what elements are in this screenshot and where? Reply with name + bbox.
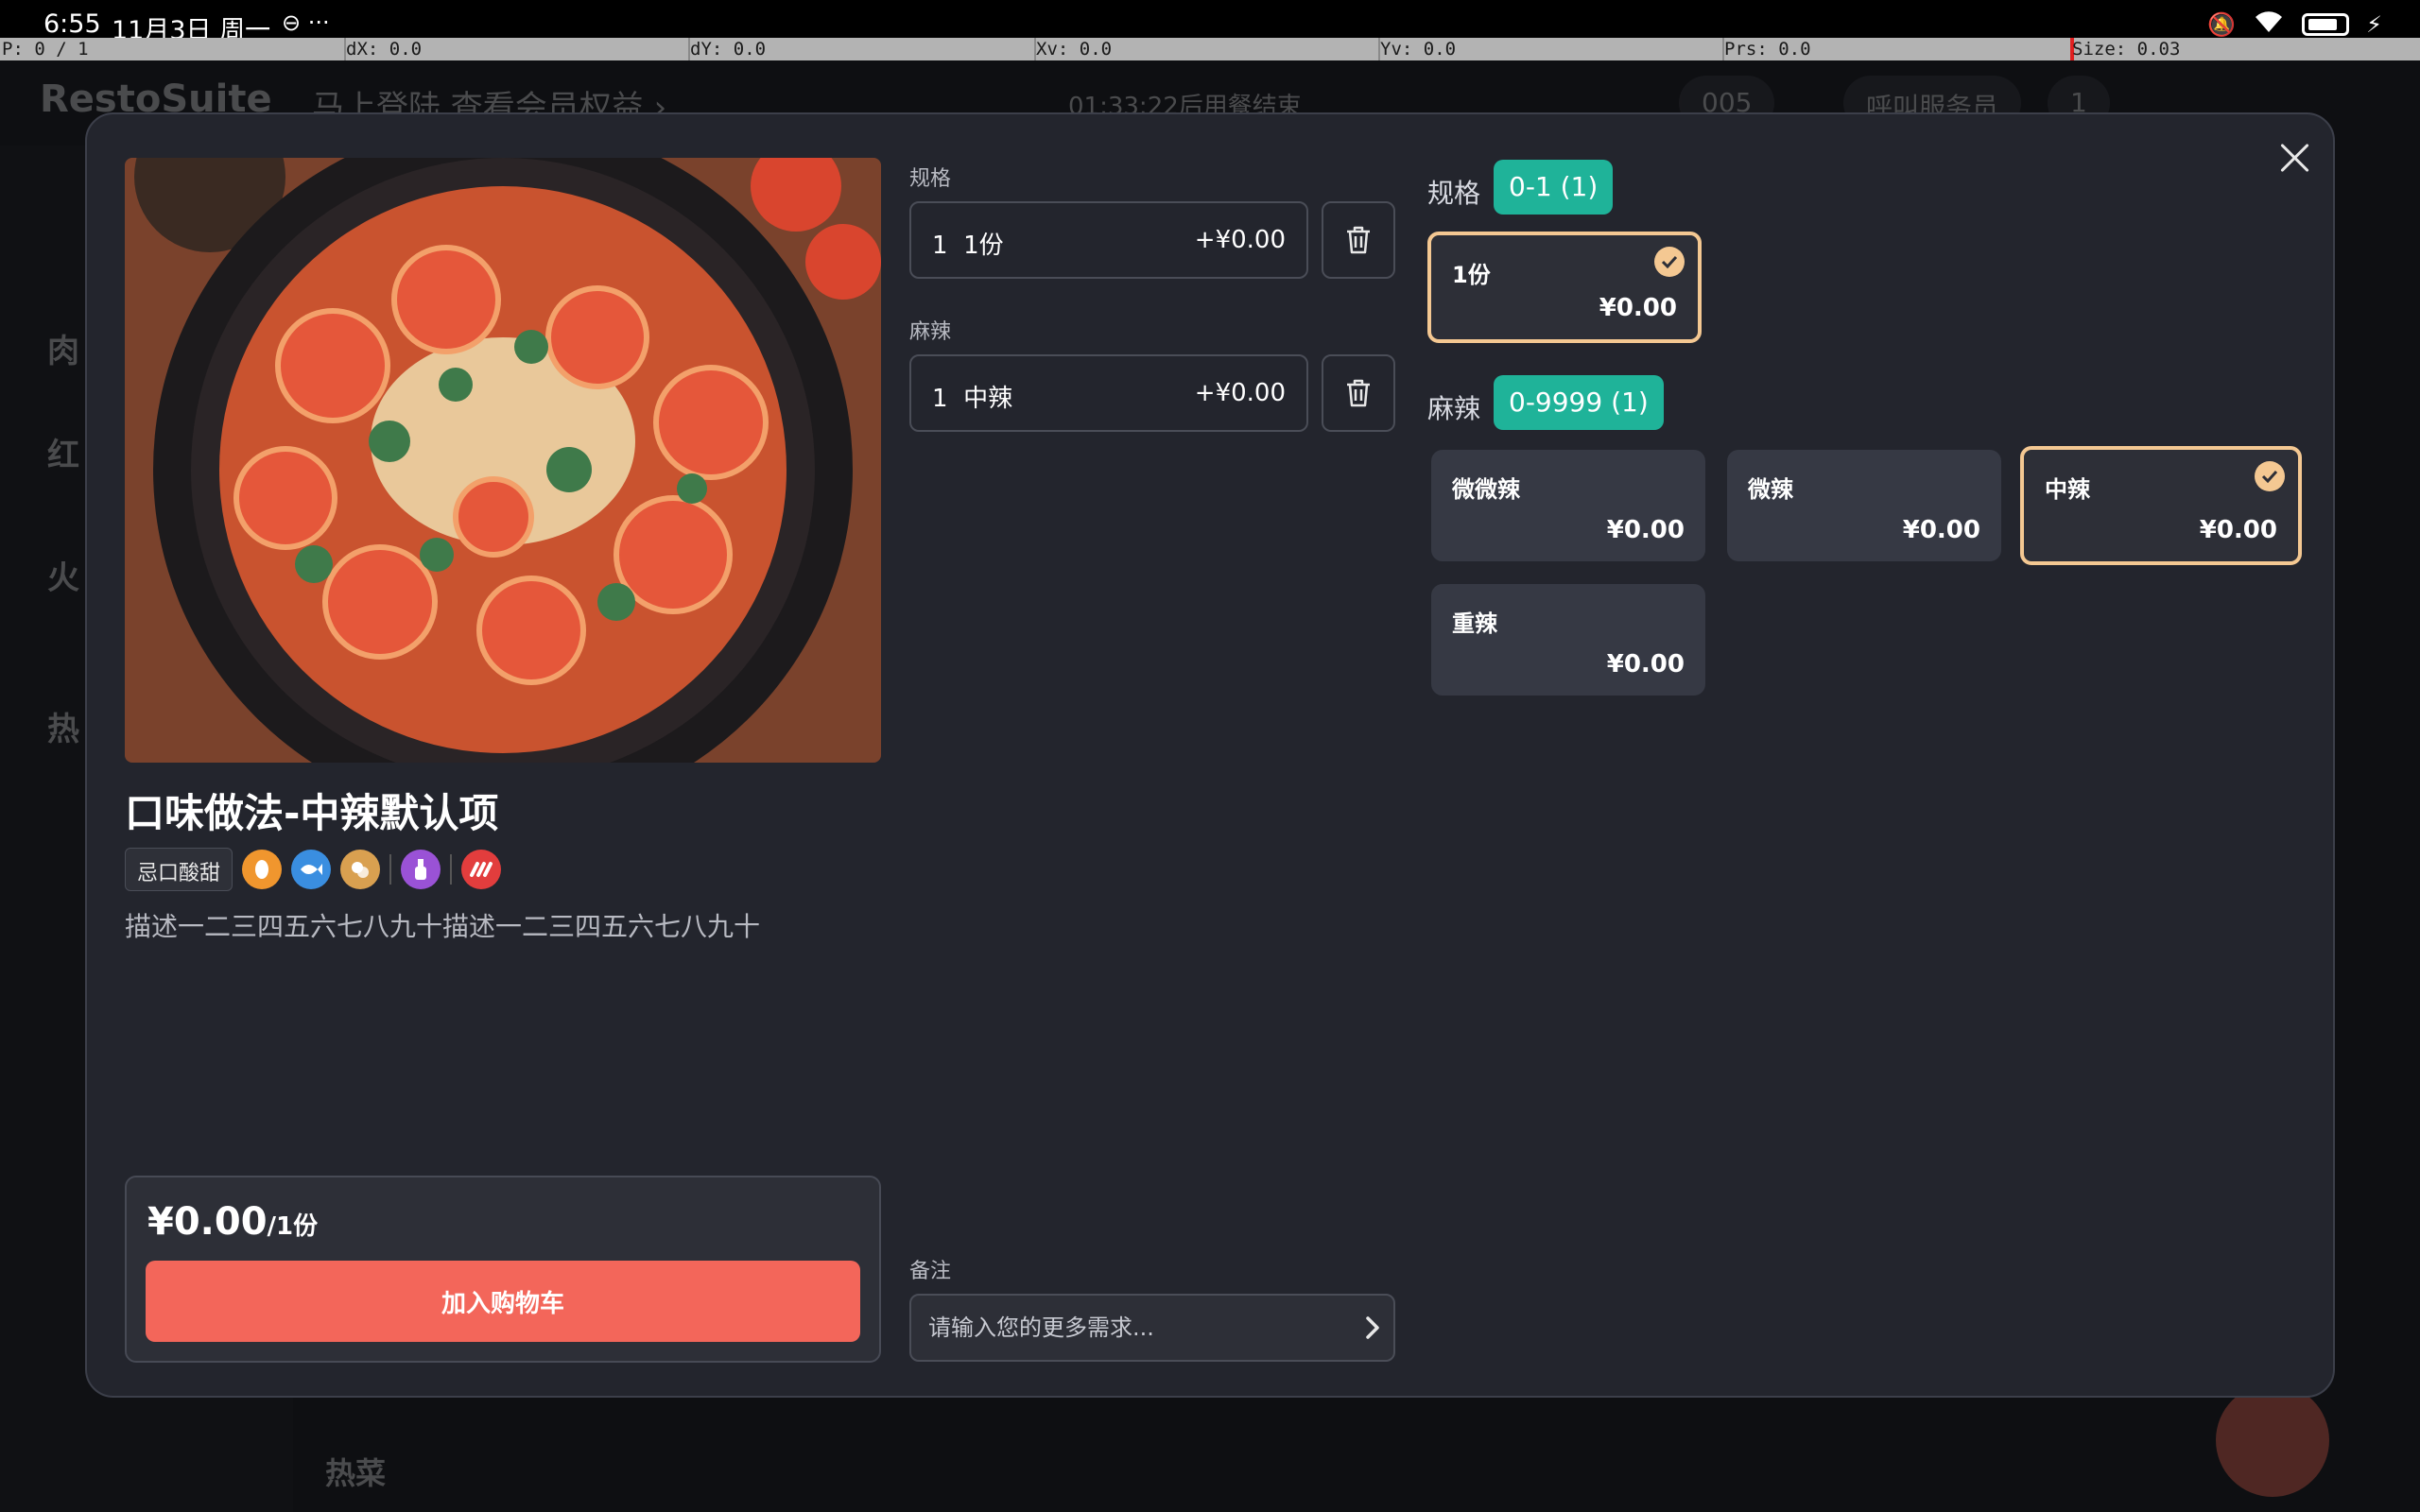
status-icons: 🔕 ⚡ <box>2207 9 2382 40</box>
status-bar: 6:55 11月3日 周一 ⊖ ··· 🔕 ⚡ <box>0 0 2420 45</box>
option-name: 微微辣 <box>1452 476 1520 503</box>
dish-title: 口味做法-中辣默认项 <box>125 790 499 836</box>
selected-spec-price: +¥0.00 <box>1194 226 1286 254</box>
selected-spicy-price: +¥0.00 <box>1194 379 1286 407</box>
debug-yv: Yv: 0.0 <box>1380 39 1457 60</box>
check-icon <box>2255 461 2285 491</box>
status-time: 6:55 <box>43 9 101 39</box>
wifi-icon <box>2253 9 2285 40</box>
spicy-group-title: 麻辣 <box>1427 393 1481 424</box>
note-input[interactable] <box>909 1294 1395 1362</box>
tag-divider <box>450 854 453 885</box>
delete-spec-button[interactable] <box>1322 201 1395 279</box>
selected-spec-name: 1 1份 <box>932 226 1004 261</box>
status-misc: ⊖ ··· <box>282 9 330 36</box>
check-icon <box>1654 247 1685 277</box>
dish-description: 描述一二三四五六七八九十描述一二三四五六七八九十 <box>125 911 761 942</box>
bg-cart-button <box>2216 1383 2329 1497</box>
spicy-group-range: 0-9999 (1) <box>1494 375 1664 430</box>
delete-spicy-button[interactable] <box>1322 354 1395 432</box>
charging-icon: ⚡ <box>2366 11 2382 38</box>
total-price: ¥0.00/1份 <box>147 1200 318 1244</box>
selected-spec-item[interactable]: 1 1份 +¥0.00 <box>909 201 1308 279</box>
option-extra-mild[interactable]: 微微辣 ¥0.00 <box>1431 450 1705 561</box>
option-hot[interactable]: 重辣 ¥0.00 <box>1431 584 1705 696</box>
debug-prs: Prs: 0.0 <box>1724 39 1811 60</box>
selected-spicy-value: 中辣 <box>963 385 1013 413</box>
price-unit: /1份 <box>267 1212 319 1241</box>
trash-icon <box>1347 226 1370 254</box>
selected-spec-value: 1份 <box>963 232 1004 260</box>
option-name: 1份 <box>1452 262 1491 288</box>
selected-spicy-name: 1 中辣 <box>932 379 1012 414</box>
option-name: 重辣 <box>1452 610 1497 637</box>
option-price: ¥0.00 <box>1902 516 1980 544</box>
bg-section-title: 热菜 <box>325 1455 387 1491</box>
peanut-icon <box>242 850 283 889</box>
debug-size: Size: 0.03 <box>2072 39 2181 60</box>
note-label: 备注 <box>909 1260 952 1283</box>
selected-spicy-label: 麻辣 <box>909 320 952 344</box>
selected-spicy-qty: 1 <box>932 385 948 413</box>
spec-group-title: 规格 <box>1427 178 1481 209</box>
bg-sidebar-item: 热 <box>47 711 79 748</box>
bg-sidebar-item: 火 <box>47 559 79 597</box>
debug-xv: Xv: 0.0 <box>1036 39 1113 60</box>
debug-p: P: 0 / 1 <box>2 39 89 60</box>
bg-sidebar-item: 肉 <box>47 333 79 370</box>
debug-dy: dY: 0.0 <box>690 39 767 60</box>
spec-group-range: 0-1 (1) <box>1494 160 1614 215</box>
taboo-tag: 忌口酸甜 <box>125 848 233 891</box>
dish-detail-modal: 口味做法-中辣默认项 忌口酸甜 描述一二三四五六七八九十描述一二三四五六七八九十… <box>85 112 2335 1398</box>
mute-icon: 🔕 <box>2207 11 2237 38</box>
spicy-icon <box>461 850 502 889</box>
debug-dx: dX: 0.0 <box>346 39 423 60</box>
option-price: ¥0.00 <box>2199 516 2277 544</box>
option-mild[interactable]: 微辣 ¥0.00 <box>1727 450 2001 561</box>
selected-spec-qty: 1 <box>932 232 948 260</box>
tag-divider <box>389 854 392 885</box>
selected-spicy-item[interactable]: 1 中辣 +¥0.00 <box>909 354 1308 432</box>
option-name: 中辣 <box>2045 476 2090 503</box>
close-button[interactable] <box>2274 137 2316 179</box>
fish-icon <box>291 850 332 889</box>
dish-image <box>125 158 881 763</box>
price-panel: ¥0.00/1份 加入购物车 <box>125 1176 881 1363</box>
price-value: ¥0.00 <box>147 1200 268 1244</box>
pointer-debug-bar: P: 0 / 1 dX: 0.0 dY: 0.0 Xv: 0.0 Yv: 0.0… <box>0 38 2420 60</box>
option-spec-1[interactable]: 1份 ¥0.00 <box>1427 232 1702 343</box>
selected-spec-label: 规格 <box>909 167 952 191</box>
trash-icon <box>1347 379 1370 407</box>
option-price: ¥0.00 <box>1599 294 1677 322</box>
bg-sidebar-item: 红 <box>47 437 79 474</box>
option-name: 微辣 <box>1748 476 1793 503</box>
nuts-icon <box>340 850 381 889</box>
add-to-cart-button[interactable]: 加入购物车 <box>146 1261 860 1342</box>
chevron-right-icon[interactable] <box>1357 1313 1388 1343</box>
option-medium[interactable]: 中辣 ¥0.00 <box>2020 446 2302 565</box>
alcohol-icon <box>401 850 441 889</box>
option-price: ¥0.00 <box>1606 516 1685 544</box>
battery-icon <box>2302 13 2350 36</box>
option-price: ¥0.00 <box>1606 650 1685 679</box>
dish-tags: 忌口酸甜 <box>125 848 502 891</box>
